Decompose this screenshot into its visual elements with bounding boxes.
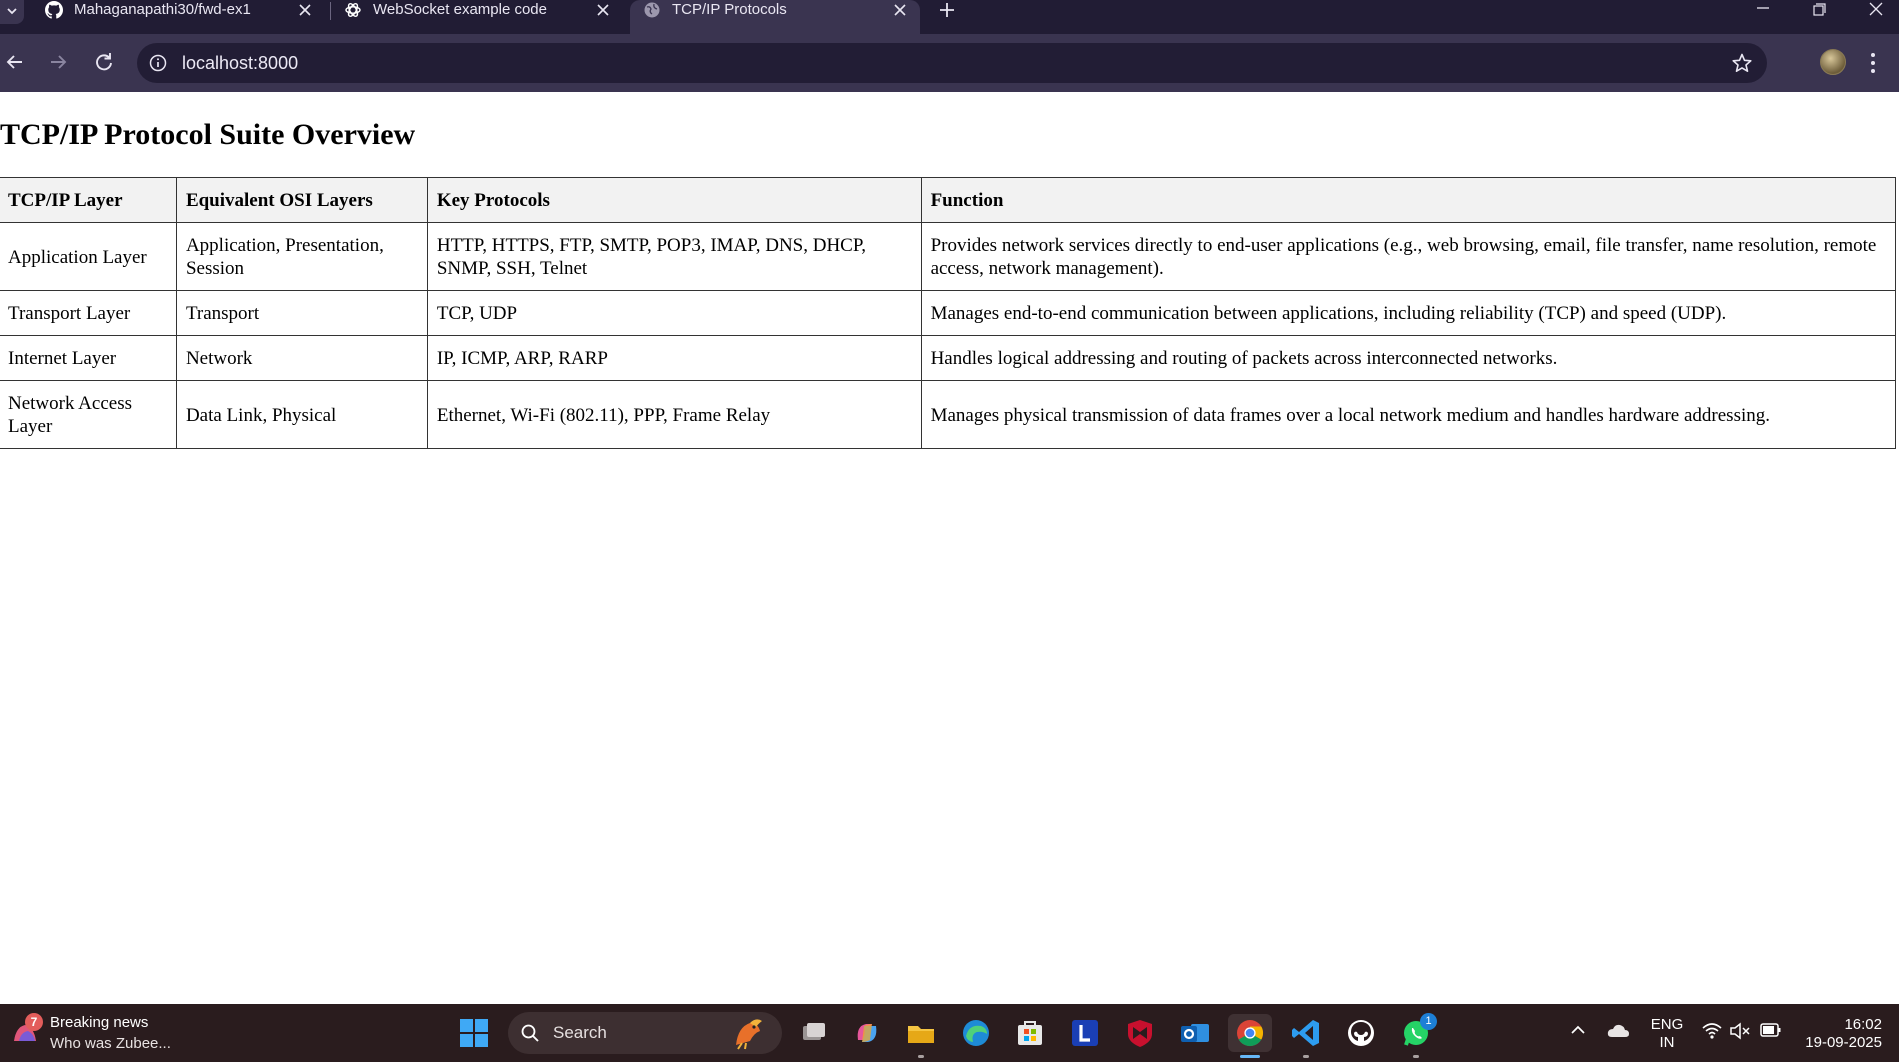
tab-tcpip-protocols[interactable]: TCP/IP Protocols: [630, 0, 920, 34]
active-indicator: [1240, 1055, 1260, 1058]
table-row: Network Access Layer Data Link, Physical…: [0, 380, 1897, 449]
table-cell: Data Link, Physical: [175, 380, 428, 449]
tab-websocket[interactable]: WebSocket example code: [331, 0, 621, 34]
close-icon[interactable]: [889, 0, 911, 22]
github-icon: [45, 1, 63, 19]
clock-time: 16:02: [1844, 1016, 1882, 1033]
whatsapp-badge: 1: [1420, 1013, 1437, 1030]
table-cell: Provides network services directly to en…: [920, 222, 1897, 291]
clock-date: 19-09-2025: [1805, 1034, 1882, 1051]
tab-title: Mahaganapathi30/fwd-ex1: [74, 1, 251, 18]
page-content: TCP/IP Protocol Suite Overview TCP/IP La…: [0, 92, 1899, 1004]
table-cell: TCP, UDP: [426, 290, 922, 336]
tab-strip: Mahaganapathi30/fwd-ex1 WebSocket exampl…: [0, 0, 1899, 34]
new-tab-plus-icon[interactable]: [934, 0, 960, 22]
column-header: Equivalent OSI Layers: [175, 177, 428, 223]
chevron-down-icon: [7, 8, 17, 15]
globe-icon: [644, 2, 660, 18]
copilot-icon[interactable]: [848, 1014, 886, 1052]
taskbar-search[interactable]: Search: [508, 1012, 782, 1054]
table-cell: IP, ICMP, ARP, RARP: [426, 335, 922, 381]
search-placeholder: Search: [553, 1023, 607, 1042]
table-cell: Application Layer: [0, 222, 177, 291]
search-highlight-bird-icon: [736, 1019, 762, 1050]
table-cell: Network Access Layer: [0, 380, 177, 449]
column-header: Key Protocols: [426, 177, 922, 223]
tab-search-button[interactable]: [0, 0, 24, 24]
close-icon[interactable]: [294, 0, 316, 22]
table-cell: Manages physical transmission of data fr…: [920, 380, 1897, 449]
l-app-icon[interactable]: [1066, 1014, 1104, 1052]
browser-toolbar: localhost:8000: [0, 34, 1899, 92]
vscode-icon[interactable]: [1287, 1014, 1325, 1052]
edge-browser-icon[interactable]: [957, 1014, 995, 1052]
table-cell: Ethernet, Wi-Fi (802.11), PPP, Frame Rel…: [426, 380, 922, 449]
table-row: Transport Layer Transport TCP, UDP Manag…: [0, 290, 1897, 336]
tab-github[interactable]: Mahaganapathi30/fwd-ex1: [32, 0, 322, 34]
chrome-icon: [1237, 1020, 1264, 1047]
table-header-row: TCP/IP Layer Equivalent OSI Layers Key P…: [0, 177, 1897, 223]
show-hidden-icons-chevron-up-icon[interactable]: [1568, 1020, 1588, 1040]
news-headline-subtitle[interactable]: Who was Zubee...: [50, 1035, 171, 1053]
more-menu-icon[interactable]: [1868, 50, 1878, 76]
back-arrow-icon[interactable]: [0, 47, 30, 77]
column-header: Function: [920, 177, 1897, 223]
site-info-icon[interactable]: [149, 54, 167, 72]
tab-title: TCP/IP Protocols: [672, 1, 787, 18]
table-cell: Handles logical addressing and routing o…: [920, 335, 1897, 381]
table-cell: Transport: [175, 290, 428, 336]
protocol-table: TCP/IP Layer Equivalent OSI Layers Key P…: [0, 177, 1897, 449]
table-cell: Transport Layer: [0, 290, 177, 336]
onedrive-cloud-icon[interactable]: [1606, 1022, 1630, 1040]
chatgpt-icon: [345, 3, 361, 17]
battery-icon[interactable]: [1760, 1022, 1782, 1038]
wifi-icon[interactable]: [1701, 1021, 1723, 1041]
table-cell: Manages end-to-end communication between…: [920, 290, 1897, 336]
table-cell: Network: [175, 335, 428, 381]
minimize-icon[interactable]: [1748, 0, 1778, 22]
url-text[interactable]: localhost:8000: [182, 53, 298, 73]
mcafee-icon[interactable]: [1121, 1014, 1159, 1052]
outlook-icon[interactable]: [1176, 1014, 1214, 1052]
microsoft-store-icon[interactable]: [1011, 1014, 1049, 1052]
reload-icon[interactable]: [89, 47, 119, 77]
windows-taskbar: 7 Breaking news Who was Zubee... Search: [0, 1004, 1899, 1062]
news-headline-title[interactable]: Breaking news: [50, 1014, 148, 1032]
language-code: ENG: [1650, 1016, 1684, 1033]
system-clock[interactable]: 16:02 19-09-2025: [1800, 1016, 1882, 1052]
table-cell: Application, Presentation, Session: [175, 222, 428, 291]
bookmark-star-icon[interactable]: [1731, 52, 1753, 74]
table-cell: Internet Layer: [0, 335, 177, 381]
task-view-icon[interactable]: [794, 1014, 832, 1052]
page-title: TCP/IP Protocol Suite Overview: [0, 118, 416, 151]
news-badge: 7: [25, 1013, 43, 1031]
table-row: Application Layer Application, Presentat…: [0, 222, 1897, 291]
chrome-taskbar-button[interactable]: [1228, 1014, 1272, 1052]
address-bar[interactable]: localhost:8000: [137, 43, 1767, 83]
region-code: IN: [1659, 1034, 1675, 1051]
running-indicator: [1413, 1055, 1419, 1058]
input-language-indicator[interactable]: ENG IN: [1650, 1016, 1684, 1052]
search-icon: [521, 1024, 539, 1042]
tab-title: WebSocket example code: [373, 1, 547, 18]
running-indicator: [1303, 1055, 1309, 1058]
windows-start-icon[interactable]: [458, 1017, 490, 1049]
volume-muted-icon[interactable]: [1729, 1021, 1751, 1041]
restore-icon[interactable]: [1804, 0, 1834, 22]
forward-arrow-icon[interactable]: [43, 47, 73, 77]
table-row: Internet Layer Network IP, ICMP, ARP, RA…: [0, 335, 1897, 381]
file-explorer-icon[interactable]: [902, 1014, 940, 1052]
running-indicator: [918, 1055, 924, 1058]
github-desktop-icon[interactable]: [1342, 1014, 1380, 1052]
column-header: TCP/IP Layer: [0, 177, 177, 223]
window-close-icon[interactable]: [1861, 0, 1891, 22]
close-icon[interactable]: [592, 0, 614, 22]
table-cell: HTTP, HTTPS, FTP, SMTP, POP3, IMAP, DNS,…: [426, 222, 922, 291]
profile-avatar[interactable]: [1820, 49, 1846, 75]
